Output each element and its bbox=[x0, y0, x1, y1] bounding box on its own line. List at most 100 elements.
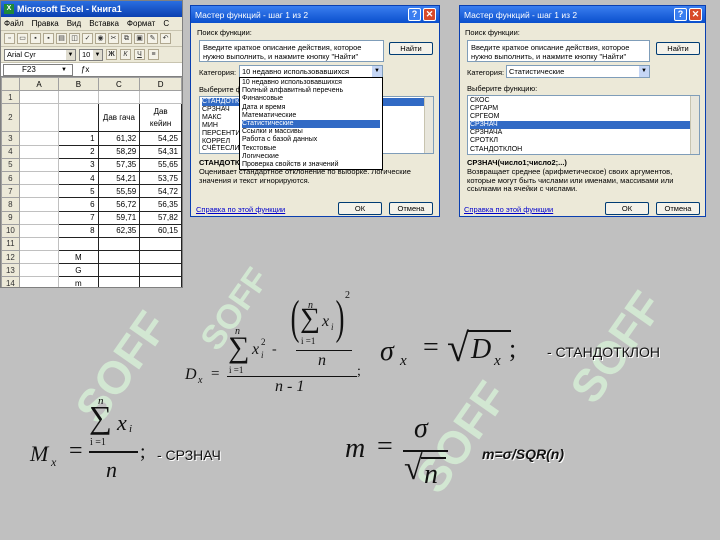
menu-file[interactable]: Файл bbox=[4, 19, 24, 28]
cell[interactable]: 4 bbox=[58, 170, 99, 186]
header-cell-before[interactable]: Дав гача bbox=[97, 103, 141, 133]
cell[interactable]: 56,72 bbox=[97, 197, 141, 212]
row-header[interactable]: 12 bbox=[1, 250, 20, 265]
row-header[interactable]: 9 bbox=[1, 210, 20, 225]
cell[interactable]: m bbox=[58, 276, 99, 287]
cell[interactable]: M bbox=[58, 250, 99, 265]
column-header-d[interactable]: D bbox=[139, 76, 182, 92]
save-icon[interactable]: ▪ bbox=[30, 33, 41, 44]
dropdown-item[interactable]: Полный алфавитный перечень bbox=[242, 87, 380, 95]
row-header[interactable]: 11 bbox=[1, 236, 20, 252]
font-name-combo[interactable]: Arial Cyr ▼ bbox=[4, 48, 76, 61]
cell[interactable] bbox=[18, 157, 60, 172]
cell[interactable]: 57,82 bbox=[139, 210, 182, 225]
cell[interactable]: 55,65 bbox=[139, 157, 182, 172]
open-icon[interactable]: ▭ bbox=[17, 33, 28, 44]
list-item[interactable]: СРОТКЛ bbox=[470, 137, 697, 145]
search-input[interactable]: Введите краткое описание действия, котор… bbox=[199, 40, 384, 62]
cell[interactable]: 62,35 bbox=[97, 223, 141, 238]
category-select[interactable]: Статистические ▼ bbox=[506, 65, 650, 78]
cell[interactable]: 57,35 bbox=[97, 157, 141, 172]
dropdown-item[interactable]: Финансовые bbox=[242, 95, 380, 103]
cell[interactable] bbox=[18, 90, 60, 105]
cell[interactable]: G bbox=[58, 263, 99, 278]
column-header-a[interactable]: A bbox=[18, 76, 60, 92]
copy-icon[interactable]: ⧉ bbox=[121, 33, 132, 44]
ok-button[interactable]: ОК bbox=[338, 202, 382, 215]
cell[interactable]: 54,21 bbox=[97, 170, 141, 186]
font-size-combo[interactable]: 10 ▼ bbox=[79, 48, 103, 61]
chevron-down-icon[interactable]: ▼ bbox=[93, 49, 102, 60]
list-item[interactable]: СРЗНАЧ bbox=[470, 121, 697, 130]
cell[interactable]: 5 bbox=[58, 184, 99, 199]
cell[interactable]: 54,72 bbox=[139, 184, 182, 199]
menu-view[interactable]: Вид bbox=[67, 19, 81, 28]
row-header[interactable]: 13 bbox=[1, 263, 20, 278]
cell[interactable]: 61,32 bbox=[97, 131, 141, 146]
spelling-icon[interactable]: ✓ bbox=[82, 33, 93, 44]
dropdown-item[interactable]: Текстовые bbox=[242, 145, 380, 153]
cell[interactable] bbox=[139, 236, 182, 252]
cell[interactable] bbox=[18, 184, 60, 199]
cell[interactable] bbox=[58, 103, 99, 133]
cell[interactable]: 7 bbox=[58, 210, 99, 225]
format-painter-icon[interactable]: ✎ bbox=[147, 33, 158, 44]
row-header[interactable]: 2 bbox=[1, 103, 20, 133]
cell[interactable] bbox=[97, 236, 141, 252]
category-dropdown[interactable]: 10 недавно использовавшихся Полный алфав… bbox=[239, 77, 383, 170]
list-item[interactable]: СРГЕОМ bbox=[470, 113, 697, 121]
cell[interactable] bbox=[18, 131, 60, 146]
cell[interactable]: 58,29 bbox=[97, 144, 141, 159]
help-link[interactable]: Справка по этой функции bbox=[464, 205, 553, 214]
cell[interactable] bbox=[18, 210, 60, 225]
cell[interactable] bbox=[18, 276, 60, 287]
cell[interactable] bbox=[58, 90, 99, 105]
cell[interactable] bbox=[139, 276, 182, 287]
italic-button[interactable]: К bbox=[120, 49, 131, 60]
cell[interactable]: 59,71 bbox=[97, 210, 141, 225]
cell[interactable]: 55,59 bbox=[97, 184, 141, 199]
help-icon[interactable]: ? bbox=[408, 8, 421, 21]
cell[interactable] bbox=[18, 263, 60, 278]
cell[interactable]: 2 bbox=[58, 144, 99, 159]
cell[interactable] bbox=[97, 250, 141, 265]
row-header[interactable]: 8 bbox=[1, 197, 20, 212]
dropdown-item[interactable]: Работа с базой данных bbox=[242, 136, 380, 144]
cell[interactable] bbox=[18, 197, 60, 212]
dropdown-item[interactable]: Логические bbox=[242, 153, 380, 161]
cell[interactable] bbox=[139, 90, 182, 105]
header-cell-after[interactable]: Дав кейин bbox=[139, 103, 182, 133]
cell[interactable] bbox=[18, 144, 60, 159]
menu-insert[interactable]: Вставка bbox=[89, 19, 119, 28]
row-header[interactable]: 1 bbox=[1, 90, 20, 105]
undo-icon[interactable]: ↶ bbox=[160, 33, 171, 44]
dropdown-item[interactable]: Дата и время bbox=[242, 104, 380, 112]
preview-icon[interactable]: ◫ bbox=[69, 33, 80, 44]
cell[interactable] bbox=[97, 90, 141, 105]
ok-button[interactable]: ОК bbox=[605, 202, 649, 215]
list-item[interactable]: СРЗНАЧА bbox=[470, 129, 697, 137]
help-link[interactable]: Справка по этой функции bbox=[196, 205, 285, 214]
function-icon[interactable]: ƒx bbox=[81, 65, 89, 74]
row-header[interactable]: 14 bbox=[1, 276, 20, 287]
chevron-down-icon[interactable]: ▼ bbox=[66, 49, 75, 60]
list-item[interactable]: СРГАРМ bbox=[470, 105, 697, 113]
cell[interactable]: 53,75 bbox=[139, 170, 182, 186]
cell[interactable]: 54,31 bbox=[139, 144, 182, 159]
permission-icon[interactable]: ▪ bbox=[43, 33, 54, 44]
column-header-b[interactable]: B bbox=[58, 76, 99, 92]
cell[interactable] bbox=[18, 250, 60, 265]
row-header[interactable]: 5 bbox=[1, 157, 20, 172]
chevron-down-icon[interactable]: ▼ bbox=[639, 66, 649, 77]
scrollbar[interactable] bbox=[690, 96, 699, 154]
row-header[interactable]: 10 bbox=[1, 223, 20, 238]
cell[interactable] bbox=[97, 276, 141, 287]
cell[interactable]: 6 bbox=[58, 197, 99, 212]
cell[interactable]: 56,35 bbox=[139, 197, 182, 212]
menu-service[interactable]: С bbox=[163, 19, 169, 28]
function-list[interactable]: СКОС СРГАРМ СРГЕОМ СРЗНАЧ СРЗНАЧА СРОТКЛ… bbox=[467, 95, 700, 155]
research-icon[interactable]: ◉ bbox=[95, 33, 106, 44]
cut-icon[interactable]: ✂ bbox=[108, 33, 119, 44]
cancel-button[interactable]: Отмена bbox=[389, 202, 433, 215]
list-item[interactable]: СТАНДОТКЛОН bbox=[470, 146, 697, 154]
